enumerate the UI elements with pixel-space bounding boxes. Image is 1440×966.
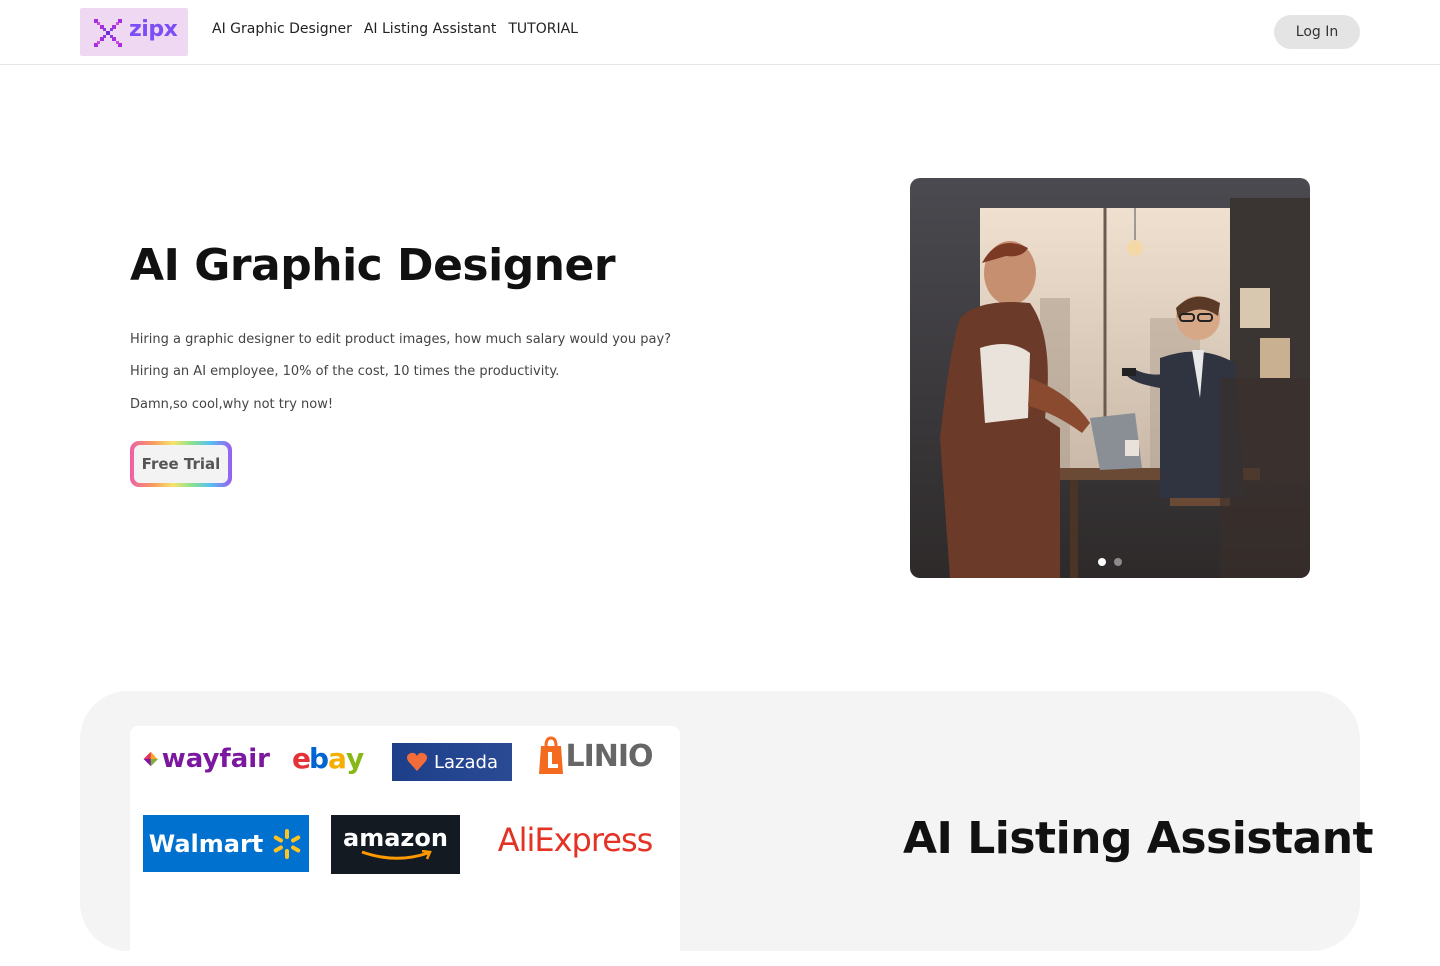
amazon-smile-icon [361, 849, 432, 860]
hero-carousel-image[interactable] [910, 178, 1310, 578]
svg-text:y: y [346, 742, 364, 775]
zipx-logo[interactable]: zipx [80, 8, 188, 56]
carousel-dot-2[interactable] [1114, 558, 1122, 566]
walmart-spark-icon [274, 828, 301, 859]
hero-title: AI Graphic Designer [130, 240, 616, 291]
lazada-heart-icon [407, 752, 427, 771]
hero-line-productivity: Hiring an AI employee, 10% of the cost, … [130, 364, 560, 379]
svg-text:b: b [309, 742, 329, 775]
svg-text:a: a [328, 742, 347, 775]
free-trial-label: Free Trial [134, 445, 228, 483]
listing-assistant-title: AI Listing Assistant [903, 813, 1374, 864]
lazada-logo: Lazada [392, 743, 512, 781]
wayfair-pinwheel-icon [143, 751, 159, 767]
robot-and-businessman-illustration [910, 178, 1310, 578]
aliexpress-logo: AliExpress [497, 821, 654, 859]
wayfair-logo: wayfair [142, 742, 270, 776]
hero-line-salary: Hiring a graphic designer to edit produc… [130, 332, 672, 347]
nav-ai-graphic-designer[interactable]: AI Graphic Designer [212, 21, 352, 37]
carousel-dot-1[interactable] [1098, 558, 1106, 566]
login-button[interactable]: Log In [1274, 15, 1360, 49]
hero-line-try-now: Damn,so cool,why not try now! [130, 397, 334, 412]
linio-logo: LINIO [535, 734, 655, 778]
zipx-logo-icon [94, 19, 122, 47]
nav-tutorial[interactable]: TUTORIAL [508, 21, 578, 37]
listing-assistant-section: wayfair e b a y Lazada LINIO Walmart ama… [80, 691, 1374, 966]
main-nav: AI Graphic Designer AI Listing Assistant… [212, 21, 578, 37]
carousel-dots [1098, 558, 1122, 566]
marketplace-logos-card: wayfair e b a y Lazada LINIO Walmart ama… [130, 726, 680, 966]
logo-text: zipx [129, 17, 178, 42]
ebay-logo: e b a y [290, 742, 368, 776]
free-trial-button[interactable]: Free Trial [130, 441, 232, 487]
linio-bag-icon [539, 736, 564, 774]
top-header: zipx AI Graphic Designer AI Listing Assi… [0, 0, 1440, 65]
walmart-logo: Walmart [143, 815, 309, 872]
amazon-logo: amazon [331, 815, 460, 874]
nav-ai-listing-assistant[interactable]: AI Listing Assistant [364, 21, 497, 37]
